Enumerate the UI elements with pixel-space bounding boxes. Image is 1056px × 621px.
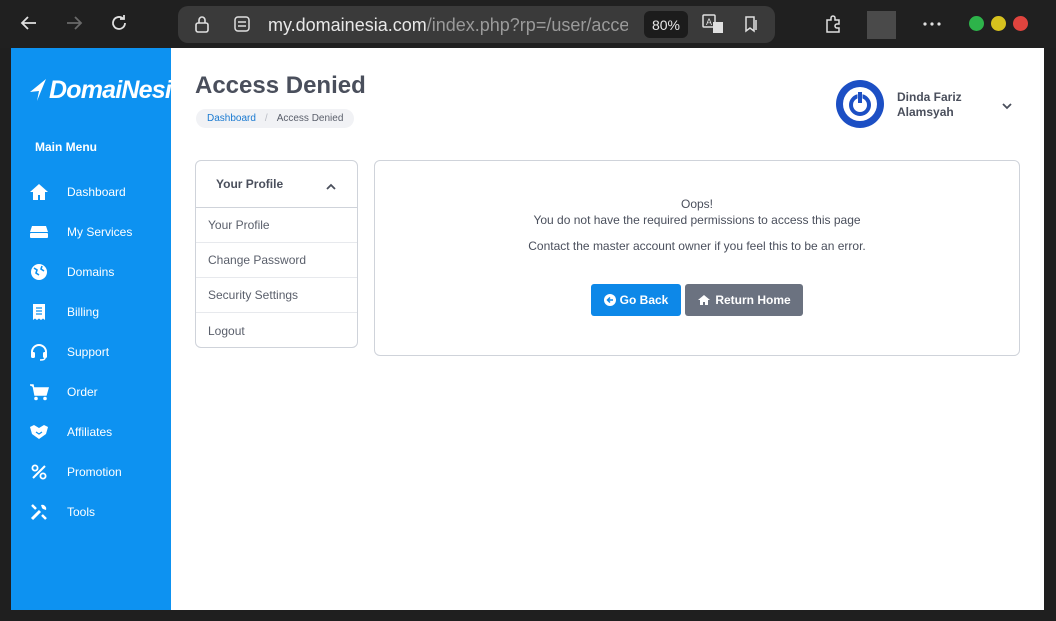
headset-icon: [29, 342, 49, 362]
close-window-button[interactable]: [1013, 16, 1028, 31]
extension-button[interactable]: [867, 11, 896, 39]
profile-menu-logout[interactable]: Logout: [196, 313, 357, 347]
sidebar-item-affiliates[interactable]: Affiliates: [11, 412, 171, 452]
avatar[interactable]: [836, 80, 884, 128]
sidebar-item-promotion[interactable]: Promotion: [11, 452, 171, 492]
lock-icon[interactable]: [194, 15, 210, 33]
page-title: Access Denied: [195, 72, 366, 99]
profile-menu-your-profile[interactable]: Your Profile: [196, 208, 357, 243]
return-home-button[interactable]: Return Home: [685, 284, 803, 316]
home-icon: [698, 295, 711, 305]
globe-icon: [29, 262, 49, 282]
sidebar-menu: Dashboard My Services Domains Billing Su…: [11, 172, 171, 532]
contact-message: Contact the master account owner if you …: [528, 239, 866, 253]
logo-icon: [30, 79, 46, 101]
user-name[interactable]: Dinda Fariz Alamsyah: [897, 90, 962, 120]
profile-menu-change-password[interactable]: Change Password: [196, 243, 357, 278]
back-arrow-icon[interactable]: [18, 12, 40, 34]
cart-icon: [29, 382, 49, 402]
address-bar[interactable]: my.domainesia.com/index.php?rp=/user/acc…: [178, 6, 775, 43]
server-icon: [29, 222, 49, 242]
favorites-icon[interactable]: [741, 14, 761, 34]
url-text[interactable]: my.domainesia.com/index.php?rp=/user/acc…: [268, 15, 628, 36]
logo[interactable]: DomaiNesia: [28, 74, 185, 106]
forward-arrow-icon[interactable]: [63, 12, 85, 34]
window-bottom-edge: [0, 610, 1056, 621]
sidebar-item-billing[interactable]: Billing: [11, 292, 171, 332]
chevron-down-icon[interactable]: [1001, 98, 1013, 116]
sidebar-item-tools[interactable]: Tools: [11, 492, 171, 532]
maximize-button[interactable]: [991, 16, 1006, 31]
sidebar-item-domains[interactable]: Domains: [11, 252, 171, 292]
menu-title: Main Menu: [35, 140, 97, 154]
access-denied-card: Oops! You do not have the required permi…: [374, 160, 1020, 356]
permission-message: You do not have the required permissions…: [533, 213, 861, 227]
chevron-up-icon: [325, 180, 337, 194]
reload-icon[interactable]: [108, 12, 130, 34]
handshake-icon: [29, 422, 49, 442]
profile-menu-card: Your Profile Your Profile Change Passwor…: [195, 160, 358, 348]
sidebar-item-dashboard[interactable]: Dashboard: [11, 172, 171, 212]
profile-menu-header[interactable]: Your Profile: [196, 161, 357, 208]
arrow-left-circle-icon: [603, 294, 616, 306]
go-back-button[interactable]: Go Back: [591, 284, 681, 316]
breadcrumb-dashboard-link[interactable]: Dashboard: [207, 113, 256, 124]
percent-icon: [29, 462, 49, 482]
home-icon: [29, 182, 49, 202]
minimize-button[interactable]: [969, 16, 984, 31]
sidebar-item-order[interactable]: Order: [11, 372, 171, 412]
breadcrumb: Dashboard / Access Denied: [196, 109, 355, 128]
receipt-icon: [29, 302, 49, 322]
svg-text:A: A: [706, 17, 712, 27]
extensions-icon[interactable]: [823, 13, 845, 35]
breadcrumb-separator: /: [264, 113, 268, 124]
profile-menu-security-settings[interactable]: Security Settings: [196, 278, 357, 313]
browser-toolbar: my.domainesia.com/index.php?rp=/user/acc…: [0, 0, 1056, 48]
tools-icon: [29, 502, 49, 522]
more-options-icon[interactable]: [922, 14, 942, 34]
translate-icon[interactable]: A: [702, 14, 724, 34]
page: DomaiNesia Main Menu Dashboard My Servic…: [11, 48, 1044, 610]
breadcrumb-current: Access Denied: [276, 113, 344, 124]
sidebar-item-my-services[interactable]: My Services: [11, 212, 171, 252]
power-icon: [843, 87, 877, 121]
sidebar-item-support[interactable]: Support: [11, 332, 171, 372]
oops-text: Oops!: [680, 197, 713, 211]
zoom-indicator[interactable]: 80%: [644, 11, 688, 38]
sidebar: DomaiNesia Main Menu Dashboard My Servic…: [11, 48, 185, 610]
site-info-icon[interactable]: [234, 16, 250, 32]
